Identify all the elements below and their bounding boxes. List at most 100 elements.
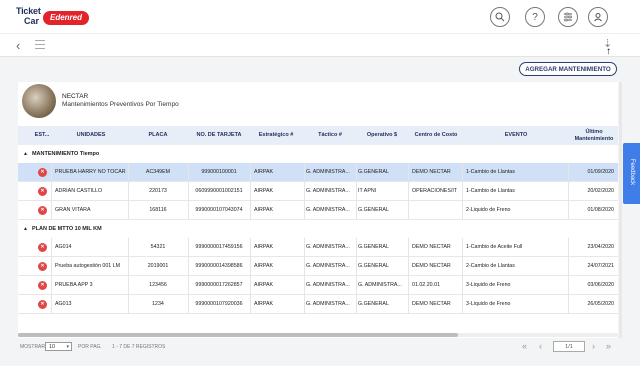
cell-tarjeta: 9990000014398586 <box>195 263 243 269</box>
delete-status-icon[interactable]: ✕ <box>38 206 47 215</box>
cell-estrategico: AIRPAK <box>254 301 274 307</box>
table-row[interactable]: ✕ PRUEBA HARRY NO TOCAR AC349EM 99900010000… <box>18 163 618 182</box>
table-row[interactable]: ✕ AG013 1234 9990000107920036 AIRPAK G. ADMIN… <box>18 295 618 314</box>
feedback-tab[interactable]: Feedback <box>623 143 640 204</box>
cell-centro: OPERACIONES/IT <box>412 188 458 194</box>
cell-tarjeta: 9990000107043074 <box>195 207 243 213</box>
col-unidades[interactable]: UNIDADES <box>56 126 126 145</box>
table-row[interactable]: ✕ AG014 54321 9990000017459156 AIRPAK G. ADMI… <box>18 238 618 257</box>
col-estrategico[interactable]: Estratégico # <box>250 126 302 145</box>
collapse-caret-icon[interactable]: ▲ <box>23 226 28 232</box>
last-page-button[interactable]: » <box>606 341 611 351</box>
group-header[interactable]: ▲ MANTENIMIENTO Tiempo <box>18 145 618 163</box>
cell-estrategico: AIRPAK <box>254 169 274 175</box>
user-button[interactable] <box>588 7 608 27</box>
profile-name: NECTAR <box>62 93 89 100</box>
page-size-select[interactable]: 10 <box>45 342 72 352</box>
page-indicator[interactable]: 1/1 <box>553 341 585 352</box>
cell-unidad: ADRIAN CASTILLO <box>55 188 103 194</box>
cell-unidad: PRUEBA HARRY NO TOCAR <box>55 169 126 175</box>
cell-operativo: G.GENERAL <box>358 301 389 307</box>
cell-evento: 2-Cambio de Llantas <box>466 263 515 269</box>
col-placa[interactable]: PLACA <box>130 126 186 145</box>
cell-operativo: G.GENERAL <box>358 263 389 269</box>
cell-evento: 1-Cambio de Llantas <box>466 188 515 194</box>
col-operativo[interactable]: Operativo $ <box>356 126 408 145</box>
settings-icon <box>564 12 572 22</box>
main-panel: NECTAR Mantenimientos Preventivos Por Ti… <box>18 82 618 338</box>
cell-ultimo: 03/06/2020 <box>587 282 614 288</box>
cell-tactico: G. ADMINISTRA... <box>306 207 350 213</box>
prev-page-button[interactable]: ‹ <box>539 341 542 351</box>
table-row[interactable]: ✕ PRUEBA APP 3 123456 9990000017262857 AIRPA… <box>18 276 618 295</box>
col-tactico[interactable]: Táctico # <box>304 126 356 145</box>
vertical-scrollbar[interactable] <box>619 82 622 338</box>
agregar-mantenimiento-button[interactable]: AGREGAR MANTENIMIENTO <box>519 62 617 76</box>
records-range: 1 - 7 DE 7 REGISTROS <box>112 344 166 350</box>
feedback-label: Feedback <box>629 158 635 186</box>
cell-placa: 54321 <box>150 244 166 250</box>
help-button[interactable]: ? <box>525 7 545 27</box>
back-icon[interactable]: ‹ <box>16 38 20 53</box>
cell-centro <box>412 201 462 220</box>
hamburger-menu-icon[interactable] <box>35 40 45 52</box>
cell-tarjeta: 999000100001 <box>201 169 237 175</box>
cell-tarjeta: 9990000017459156 <box>195 244 243 250</box>
settings-button[interactable] <box>558 7 578 27</box>
delete-status-icon[interactable]: ✕ <box>38 262 47 271</box>
cell-placa: 123456 <box>149 282 167 288</box>
group-title: PLAN DE MTTO 10 MIL KM <box>31 226 102 232</box>
cell-estrategico: AIRPAK <box>254 244 274 250</box>
cell-operativo: G. ADMINISTRA... <box>358 282 402 288</box>
mostrar-label: MOSTRAR <box>20 344 45 350</box>
cell-unidad: AG013 <box>55 301 72 307</box>
group-header[interactable]: ▲ PLAN DE MTTO 10 MIL KM <box>18 220 618 238</box>
por-pag-label: POR PAG. <box>78 344 102 350</box>
delete-status-icon[interactable]: ✕ <box>38 168 47 177</box>
cell-estrategico: AIRPAK <box>254 263 274 269</box>
cell-tactico: G. ADMINISTRA... <box>306 188 350 194</box>
table-header: EST... UNIDADES PLACA NO. DE TARJETA Est… <box>18 126 618 145</box>
cell-placa: 220173 <box>149 188 167 194</box>
delete-status-icon[interactable]: ✕ <box>38 187 47 196</box>
cell-tactico: G. ADMINISTRA... <box>306 301 350 307</box>
delete-status-icon[interactable]: ✕ <box>38 300 47 309</box>
cell-operativo: IT APNI <box>358 188 377 194</box>
cell-tarjeta: 9990000017262857 <box>195 282 243 288</box>
first-page-button[interactable]: « <box>522 341 527 351</box>
cell-unidad: PRUEBA APP 3 <box>55 282 93 288</box>
cell-centro: DEMO NECTAR <box>412 169 451 175</box>
logo-line2: Car <box>24 16 40 26</box>
cell-placa: 168116 <box>149 207 167 213</box>
table-row[interactable]: ✕ GRAN VITARA 168116 9990000107043074 AIRPAK… <box>18 201 618 220</box>
col-ultimo-mantenimiento[interactable]: Último Mantenimiento <box>570 126 618 145</box>
col-estado[interactable]: EST... <box>32 126 52 145</box>
cell-placa: 2019001 <box>147 263 169 269</box>
cell-ultimo: 01/08/2020 <box>587 207 614 213</box>
delete-status-icon[interactable]: ✕ <box>38 243 47 252</box>
search-button[interactable] <box>490 7 510 27</box>
horizontal-scrollbar[interactable] <box>18 333 618 337</box>
col-evento[interactable]: EVENTO <box>464 126 568 145</box>
cell-centro: 01.02.20.01 <box>412 282 440 288</box>
table-row[interactable]: ✕ Prueba autogestión 001 LM 2019001 9990000… <box>18 257 618 276</box>
delete-status-icon[interactable]: ✕ <box>38 281 47 290</box>
col-centro-costo[interactable]: Centro de Costo <box>410 126 462 145</box>
group-title: MANTENIMIENTO Tiempo <box>31 151 100 157</box>
col-tarjeta[interactable]: NO. DE TARJETA <box>190 126 248 145</box>
cell-tactico: G. ADMINISTRA... <box>306 263 350 269</box>
ticket-car-logo[interactable]: Ticket Car Edenred <box>16 6 89 28</box>
cell-evento: 3-Liquido de Freno <box>466 301 511 307</box>
profile-subtitle: Mantenimientos Preventivos Por Tiempo <box>62 101 179 108</box>
table-row[interactable]: ✕ ADRIAN CASTILLO 220173 0609990001002151 AI… <box>18 182 618 201</box>
cell-tactico: G. ADMINISTRA... <box>306 244 350 250</box>
collapse-caret-icon[interactable]: ▲ <box>23 151 28 157</box>
cell-operativo: G.GENERAL <box>358 169 389 175</box>
cell-unidad: Prueba autogestión 001 LM <box>55 263 121 269</box>
next-page-button[interactable]: › <box>592 341 595 351</box>
edenred-badge: Edenred <box>43 11 89 25</box>
sort-arrow-icon[interactable]: ↑ <box>606 46 611 57</box>
cell-tarjeta: 0609990001002151 <box>195 188 243 194</box>
cell-tactico: G. ADMINISTRA... <box>306 169 350 175</box>
logo-line1: Ticket <box>16 6 41 16</box>
